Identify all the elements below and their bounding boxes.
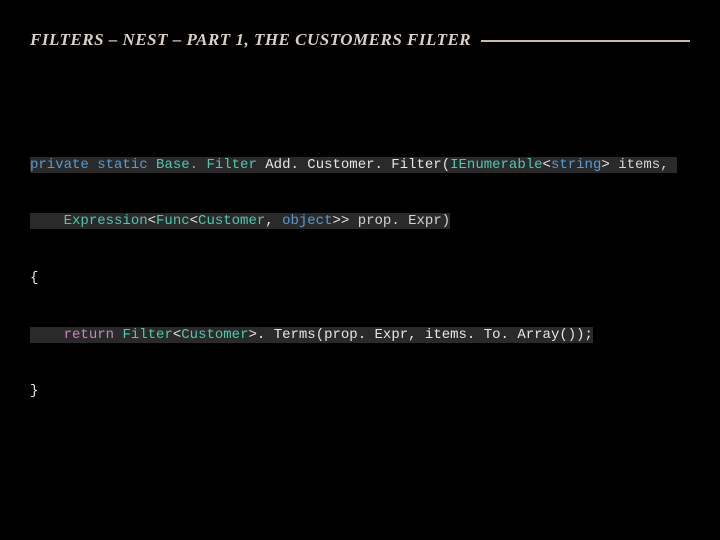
param-items: items, <box>618 157 668 173</box>
keyword-return: return <box>64 327 114 343</box>
code-line-3: { <box>30 269 690 288</box>
param-propexpr: prop. Expr) <box>358 213 450 229</box>
return-expression: . Terms(prop. Expr, items. To. Array()); <box>257 327 593 343</box>
keyword-string: string <box>551 157 601 173</box>
method-name: Add. Customer. Filter <box>265 157 441 173</box>
type-filter: Filter <box>122 327 172 343</box>
code-line-1: private static Base. Filter Add. Custome… <box>30 156 690 175</box>
heading-row: FILTERS – NEST – PART 1, THE CUSTOMERS F… <box>30 30 690 50</box>
type-customer: Customer <box>198 213 265 229</box>
brace-close: } <box>30 383 38 399</box>
type-func: Func <box>156 213 190 229</box>
code-line-5: } <box>30 382 690 401</box>
heading-rule <box>481 40 690 42</box>
type-customer-2: Customer <box>181 327 248 343</box>
keyword-static: static <box>97 157 147 173</box>
code-line-4: return Filter<Customer>. Terms(prop. Exp… <box>30 326 690 345</box>
type-basefilter: Base. Filter <box>156 157 257 173</box>
code-block: private static Base. Filter Add. Custome… <box>30 118 690 439</box>
slide-title: FILTERS – NEST – PART 1, THE CUSTOMERS F… <box>30 30 481 50</box>
type-expression: Expression <box>64 213 148 229</box>
brace-open: { <box>30 270 38 286</box>
keyword-object: object <box>282 213 332 229</box>
code-line-2: Expression<Func<Customer, object>> prop.… <box>30 212 690 231</box>
type-ienumerable: IEnumerable <box>450 157 542 173</box>
slide: FILTERS – NEST – PART 1, THE CUSTOMERS F… <box>0 0 720 540</box>
keyword-private: private <box>30 157 89 173</box>
